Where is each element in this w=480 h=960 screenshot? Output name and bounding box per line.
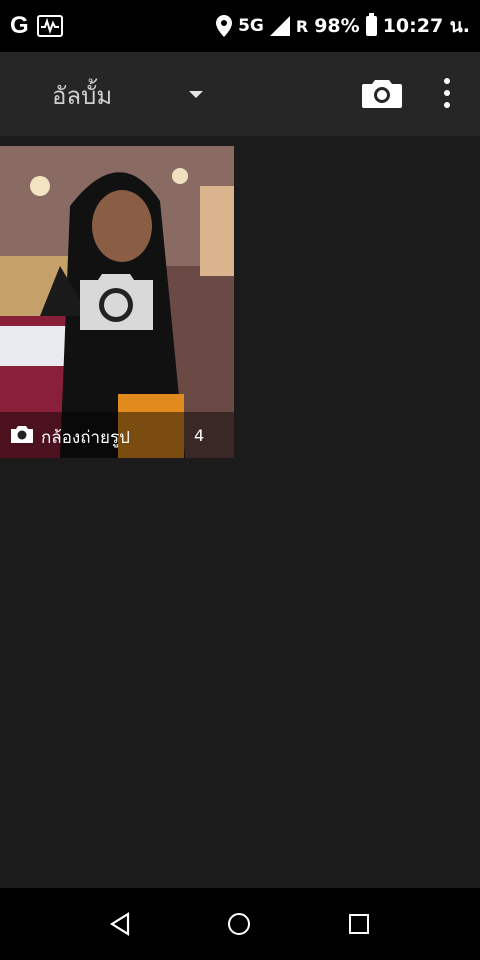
google-icon: G	[10, 12, 29, 39]
signal-icon	[269, 16, 290, 36]
album-name: กล้องถ่ายรูป	[41, 428, 130, 448]
app-toolbar: อัลบั้ม	[0, 52, 480, 136]
camera-album-badge-icon	[80, 274, 153, 330]
camera-button[interactable]	[362, 78, 404, 110]
status-bar: G 5G R 98% 10:27 น.	[0, 0, 480, 52]
camera-icon	[362, 80, 402, 108]
album-count: 4	[194, 426, 205, 445]
clock: 10:27 น.	[382, 15, 470, 37]
album-tile-camera[interactable]: กล้องถ่ายรูป 4	[0, 146, 234, 458]
album-caption-bar: กล้องถ่ายรูป 4	[0, 412, 234, 458]
navigation-bar	[0, 888, 480, 960]
network-indicator: 5G	[238, 16, 264, 36]
location-icon	[216, 15, 233, 37]
pulse-icon	[36, 15, 63, 37]
camera-small-icon	[11, 426, 33, 443]
album-spinner-label[interactable]: อัลบั้ม	[52, 76, 112, 115]
roaming-indicator: R	[295, 16, 309, 36]
back-icon[interactable]	[108, 912, 132, 936]
recents-icon[interactable]	[349, 914, 369, 934]
battery-percent: 98%	[314, 15, 360, 37]
more-options-button[interactable]	[438, 78, 456, 108]
dropdown-arrow-icon[interactable]	[189, 91, 203, 98]
battery-icon	[365, 13, 377, 36]
home-icon[interactable]	[228, 913, 250, 935]
